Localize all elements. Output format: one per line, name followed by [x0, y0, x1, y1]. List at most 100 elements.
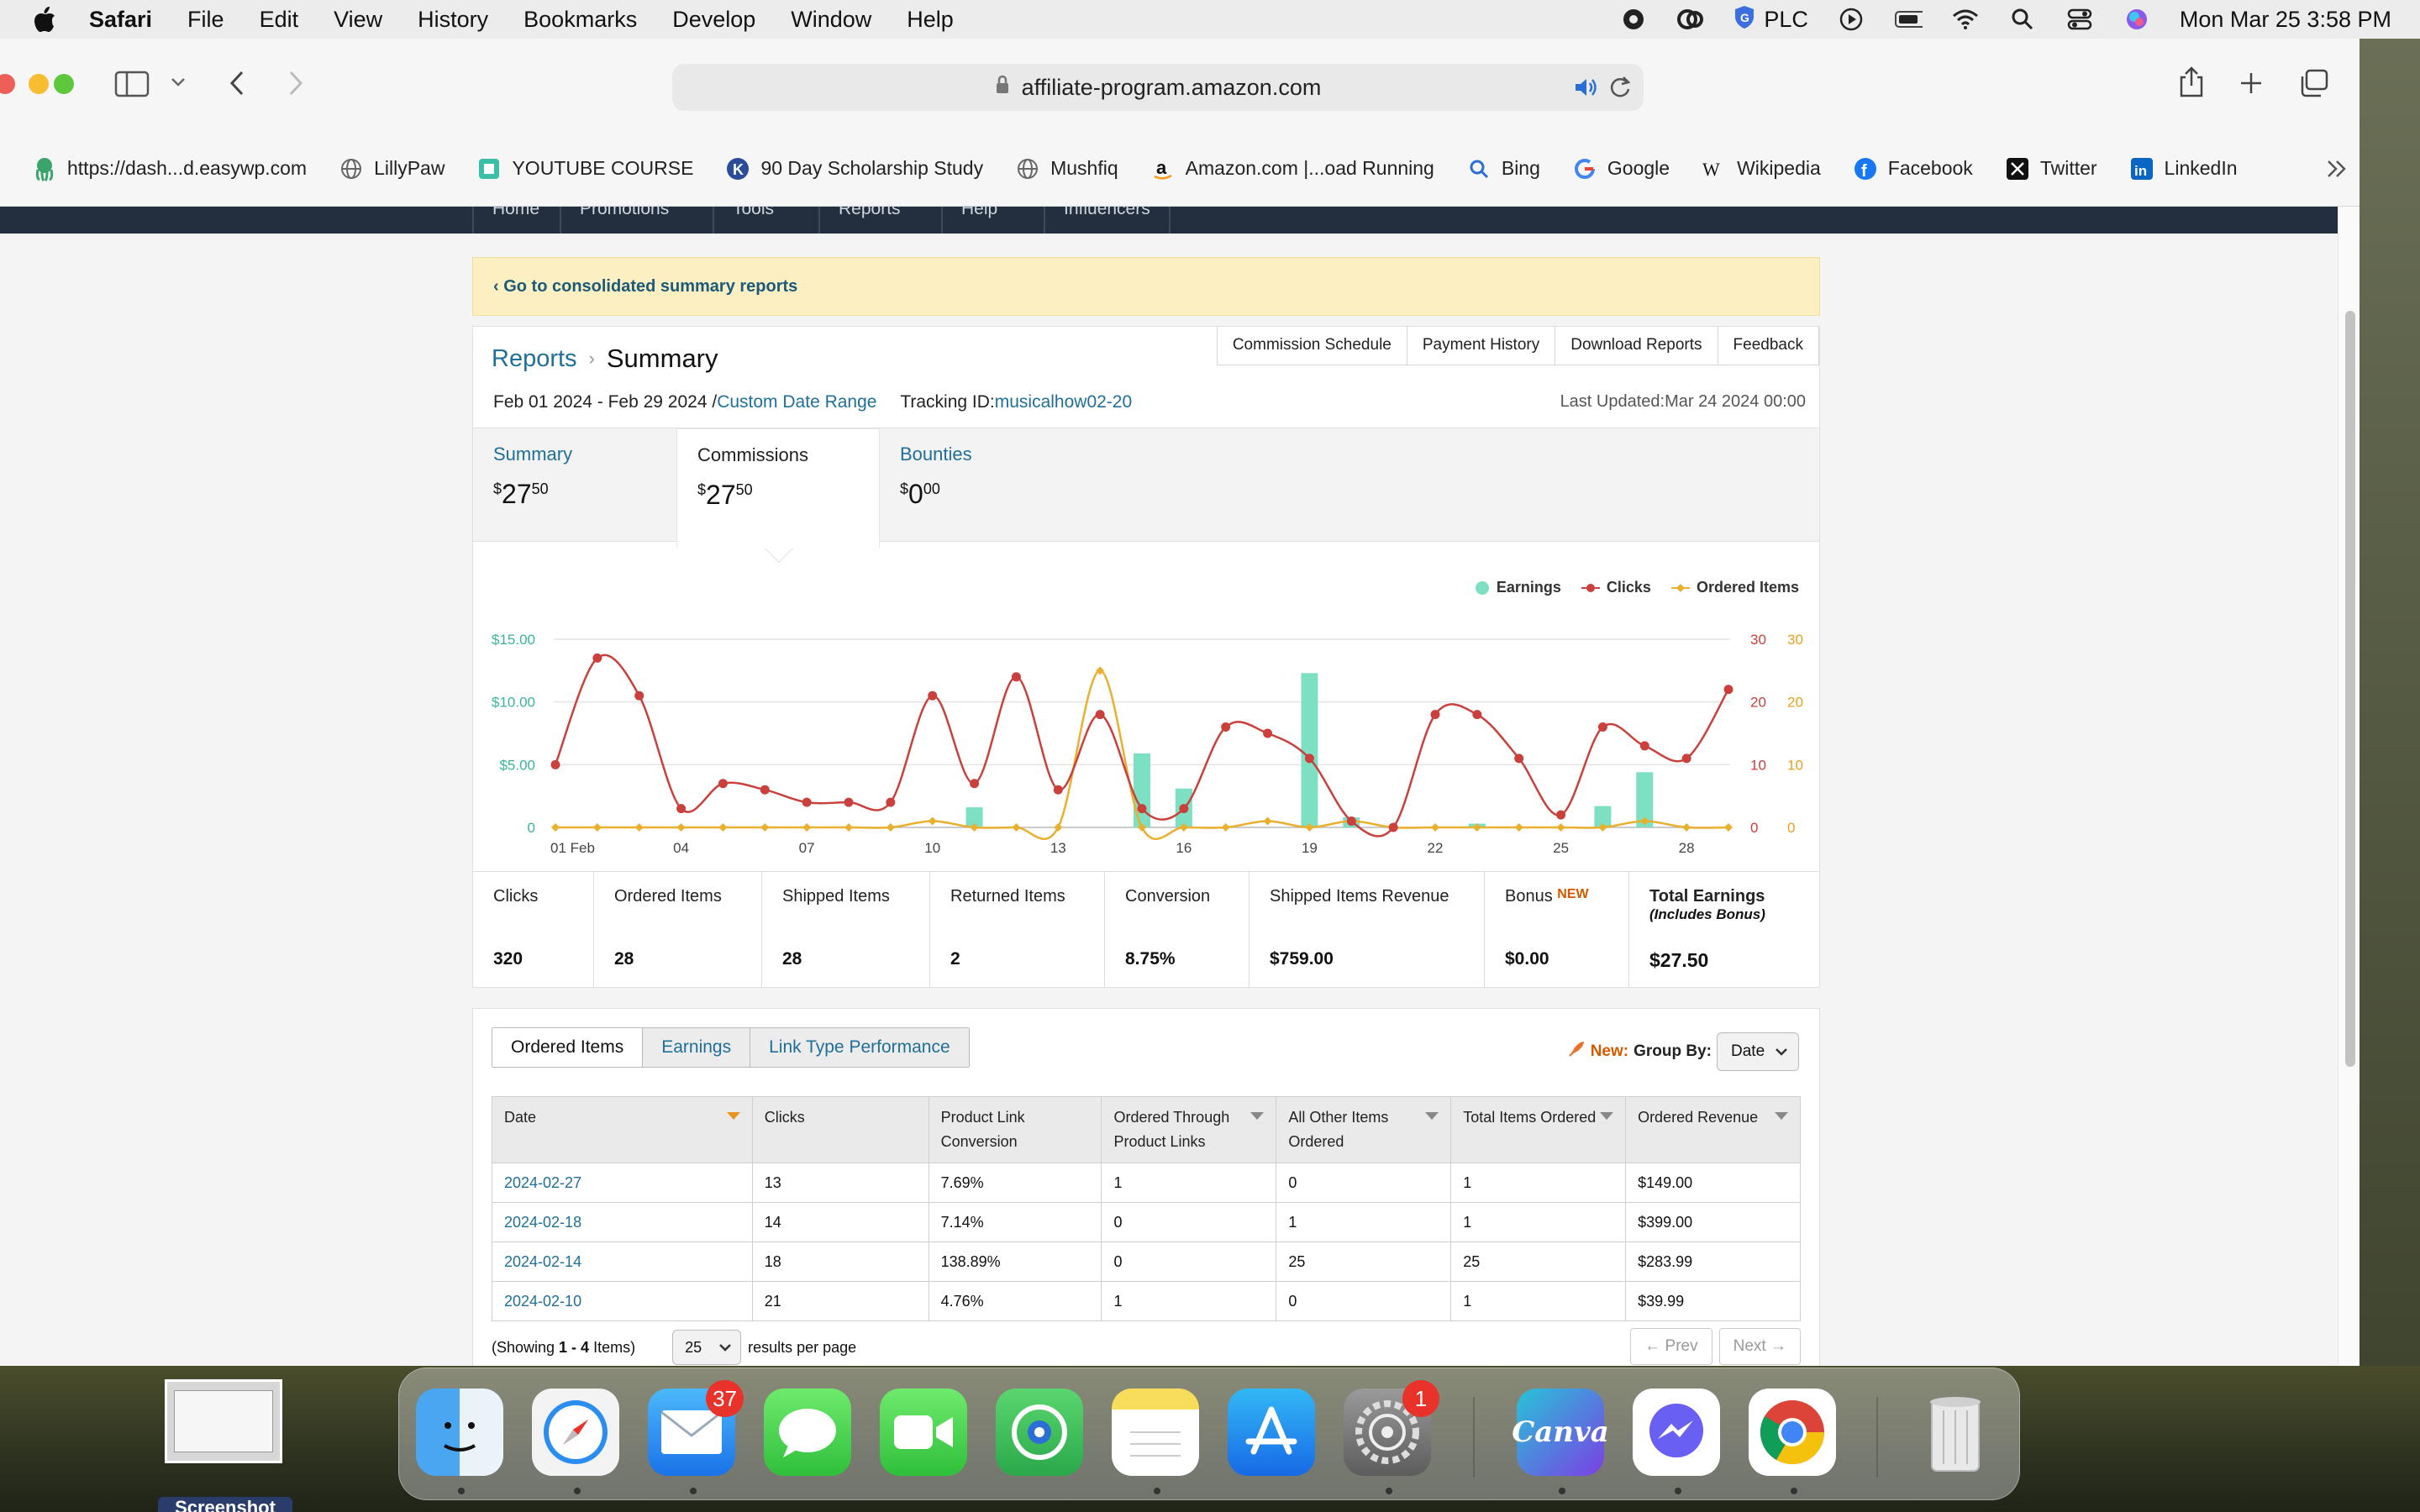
speaker-icon[interactable]: [1573, 76, 1598, 105]
custom-date-range-link[interactable]: Custom Date Range: [717, 392, 876, 412]
address-bar[interactable]: affiliate-program.amazon.com: [672, 64, 1644, 111]
nav-reports[interactable]: Reports: [818, 207, 919, 234]
row-date-link[interactable]: 2024-02-10: [492, 1281, 753, 1321]
apple-icon[interactable]: [32, 5, 64, 34]
payment-history-button[interactable]: Payment History: [1406, 327, 1556, 365]
menu-file[interactable]: File: [187, 7, 224, 33]
nav-influencers[interactable]: Influencers: [1044, 207, 1171, 234]
download-reports-button[interactable]: Download Reports: [1555, 327, 1718, 365]
clock[interactable]: Mon Mar 25 3:58 PM: [2180, 7, 2391, 33]
menu-view[interactable]: View: [334, 7, 382, 33]
table-row: 2024-02-10 21 4.76% 1 0 1 $39.99: [492, 1281, 1801, 1321]
favorite-wikipedia[interactable]: W Wikipedia: [1702, 156, 1821, 181]
chevron-down-icon[interactable]: [170, 76, 187, 89]
group-by-select[interactable]: Date: [1717, 1032, 1799, 1071]
cell: 0: [1101, 1242, 1277, 1282]
next-button[interactable]: Next →: [1718, 1328, 1801, 1365]
tab-ordered-items[interactable]: Ordered Items: [492, 1028, 643, 1067]
col-all-other-items[interactable]: All Other Items Ordered: [1276, 1096, 1452, 1163]
col-date[interactable]: Date: [492, 1096, 753, 1163]
back-icon[interactable]: [227, 69, 247, 97]
favorite-bing[interactable]: Bing: [1466, 156, 1540, 181]
row-date-link[interactable]: 2024-02-27: [492, 1163, 753, 1203]
tab-earnings[interactable]: Earnings: [642, 1028, 750, 1067]
tab-link-type-performance[interactable]: Link Type Performance: [750, 1028, 969, 1067]
battery-icon[interactable]: [1894, 7, 1923, 32]
col-total-items[interactable]: Total Items Ordered: [1450, 1096, 1627, 1163]
siri-icon[interactable]: [2123, 7, 2151, 32]
menu-edit[interactable]: Edit: [260, 7, 299, 33]
favorite-youtube-course[interactable]: YOUTUBE COURSE: [476, 156, 693, 181]
screenshot-file-icon[interactable]: [165, 1379, 282, 1463]
nav-home[interactable]: Home: [472, 207, 558, 234]
wifi-icon[interactable]: [1951, 7, 1980, 32]
consolidated-summary-link[interactable]: ‹ Go to consolidated summary reports: [472, 257, 1820, 316]
messages-icon[interactable]: [764, 1389, 851, 1476]
plc-menu[interactable]: G PLC: [1733, 4, 1808, 35]
breadcrumb-reports[interactable]: Reports: [492, 345, 577, 373]
close-window-button[interactable]: [0, 74, 15, 94]
minimize-window-button[interactable]: [29, 74, 49, 94]
prev-button[interactable]: ← Prev: [1630, 1328, 1712, 1365]
nav-promotions[interactable]: Promotions: [560, 207, 687, 234]
favorite-mushfiq[interactable]: Mushfiq: [1015, 156, 1118, 181]
canva-icon[interactable]: Canva: [1512, 1389, 1609, 1476]
notes-icon[interactable]: [1112, 1389, 1199, 1476]
mail-icon[interactable]: 37: [648, 1380, 744, 1476]
cell: 0: [1276, 1281, 1452, 1321]
favorites-overflow-icon[interactable]: [2326, 159, 2348, 179]
col-product-link-conversion[interactable]: Product Link Conversion: [928, 1096, 1102, 1163]
menu-develop[interactable]: Develop: [672, 7, 755, 33]
col-ordered-through-links[interactable]: Ordered Through Product Links: [1101, 1096, 1277, 1163]
favorite-twitter[interactable]: Twitter: [2005, 156, 2097, 181]
favorite-lillypaw[interactable]: LillyPaw: [339, 156, 445, 181]
trash-icon[interactable]: [1912, 1389, 1999, 1476]
forward-icon[interactable]: [286, 69, 306, 97]
reload-icon[interactable]: [1608, 74, 1632, 105]
menu-history[interactable]: History: [418, 7, 488, 33]
find-my-icon[interactable]: [996, 1389, 1083, 1476]
nav-help[interactable]: Help: [941, 207, 1016, 234]
control-center-icon[interactable]: [2065, 7, 2094, 32]
chrome-icon[interactable]: [1749, 1389, 1836, 1476]
safari-icon[interactable]: [532, 1389, 619, 1476]
finder-icon[interactable]: [416, 1389, 503, 1476]
favorite-scholarship[interactable]: K 90 Day Scholarship Study: [725, 156, 983, 181]
sidebar-toggle-icon[interactable]: [114, 71, 150, 97]
tab-bounties[interactable]: Bounties $000: [880, 428, 1083, 543]
nav-tools[interactable]: Tools: [713, 207, 792, 234]
tab-summary[interactable]: Summary $2750: [473, 428, 676, 543]
tracking-id-link[interactable]: musicalhow02-20: [995, 392, 1132, 412]
favorite-easywp[interactable]: https://dash...d.easywp.com: [32, 156, 307, 181]
row-date-link[interactable]: 2024-02-18: [492, 1202, 753, 1242]
menu-help[interactable]: Help: [907, 7, 954, 33]
tab-commissions[interactable]: Commissions $2750: [676, 428, 880, 548]
messenger-icon[interactable]: [1633, 1389, 1720, 1476]
tab-overview-icon[interactable]: [2299, 69, 2329, 97]
share-icon[interactable]: [2178, 66, 2205, 99]
col-clicks[interactable]: Clicks: [751, 1096, 929, 1163]
spotlight-search-icon[interactable]: [2008, 7, 2037, 32]
favorite-amazon[interactable]: a Amazon.com |...oad Running: [1150, 156, 1434, 181]
row-date-link[interactable]: 2024-02-14: [492, 1242, 753, 1282]
favorite-facebook[interactable]: f Facebook: [1853, 156, 1973, 181]
scrollbar-thumb[interactable]: [2345, 311, 2355, 1067]
menu-bookmarks[interactable]: Bookmarks: [523, 7, 637, 33]
feedback-button[interactable]: Feedback: [1717, 327, 1819, 365]
commission-schedule-button[interactable]: Commission Schedule: [1216, 327, 1407, 365]
headphones-status-icon[interactable]: [1619, 7, 1648, 32]
col-ordered-revenue[interactable]: Ordered Revenue: [1625, 1096, 1801, 1163]
facetime-icon[interactable]: [880, 1389, 967, 1476]
zoom-window-button[interactable]: [54, 74, 74, 94]
app-store-icon[interactable]: [1228, 1389, 1315, 1476]
system-settings-icon[interactable]: 1: [1344, 1380, 1439, 1476]
page-scrollbar[interactable]: [2338, 207, 2360, 1366]
play-circle-icon[interactable]: [1837, 7, 1865, 32]
favorite-google[interactable]: Google: [1572, 156, 1670, 181]
creative-cloud-icon[interactable]: [1676, 7, 1705, 32]
new-tab-icon[interactable]: [2238, 71, 2264, 96]
menu-window[interactable]: Window: [791, 7, 871, 33]
menu-safari[interactable]: Safari: [89, 7, 152, 33]
favorite-linkedin[interactable]: in LinkedIn: [2129, 156, 2238, 181]
per-page-select[interactable]: 25: [672, 1330, 742, 1365]
